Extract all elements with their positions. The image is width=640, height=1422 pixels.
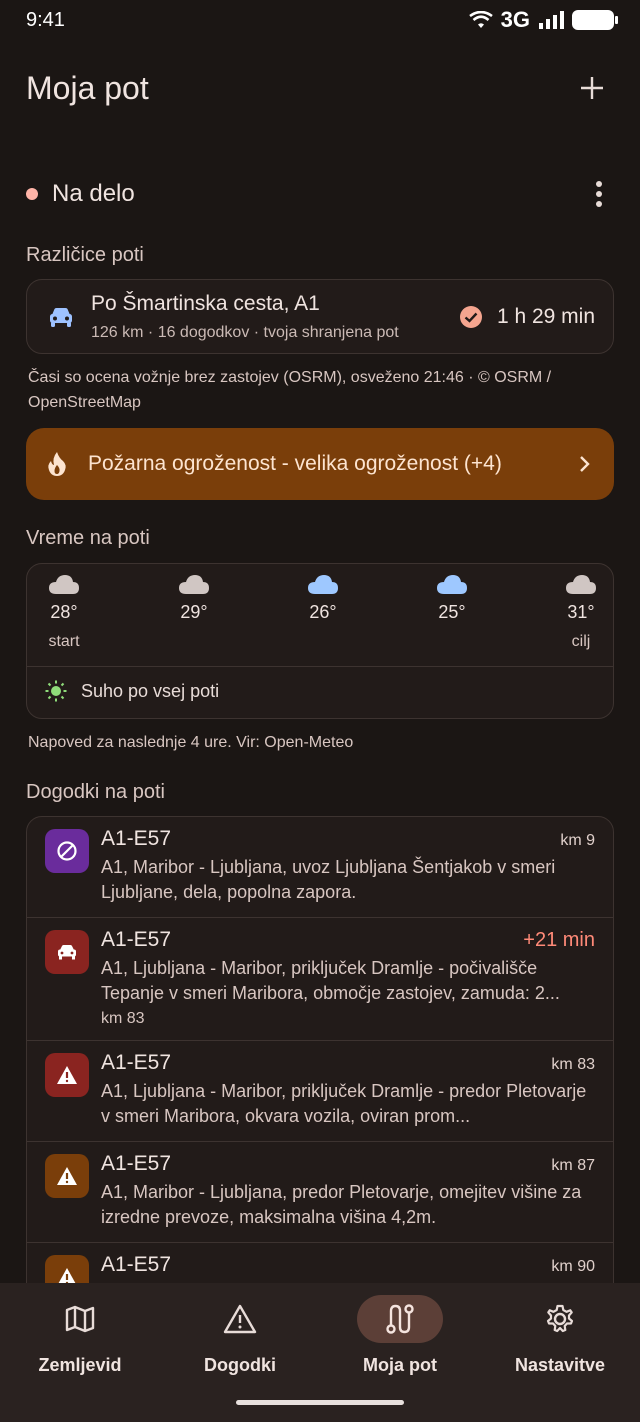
route-icon <box>386 1304 414 1334</box>
status-bar: 9:41 3G <box>0 0 640 40</box>
weather-temp: 28° <box>50 602 78 622</box>
add-button[interactable] <box>570 66 614 110</box>
chevron-right-icon <box>580 456 590 472</box>
closure-icon <box>57 841 77 861</box>
variant-time: 1 h 29 min <box>496 304 595 328</box>
nav-settings[interactable]: Nastavitve <box>480 1283 640 1422</box>
event-description: A1, Ljubljana - Maribor, priključek Dram… <box>101 1081 587 1126</box>
weather-note: Napoved za naslednje 4 ure. Vir: Open-Me… <box>28 734 354 751</box>
nav-label: Moja pot <box>363 1355 437 1375</box>
route-color-dot <box>26 188 38 200</box>
map-icon <box>65 1305 95 1333</box>
event-km: km 87 <box>551 1157 595 1174</box>
variant-details: 126 km · 16 dogodkov · tvoja shranjena p… <box>91 323 399 341</box>
sun-icon <box>45 680 67 702</box>
event-km: km 90 <box>551 1258 595 1275</box>
nav-icon-container <box>37 1295 123 1343</box>
event-road: A1-E57 <box>101 1152 172 1175</box>
nav-label: Nastavitve <box>514 1355 606 1375</box>
weather-summary-text: Suho po vsej poti <box>81 680 220 701</box>
route-header: Na delo <box>26 174 614 214</box>
event-item[interactable]: A1-E57 +21 min A1, Ljubljana - Maribor, … <box>27 918 613 1041</box>
nav-icon-container <box>357 1295 443 1343</box>
plus-icon <box>581 77 603 99</box>
nav-label: Dogodki <box>204 1355 276 1375</box>
signal-icon <box>539 11 564 29</box>
car-icon <box>50 307 72 327</box>
rain-cloud-icon <box>437 575 467 594</box>
divider <box>27 666 613 667</box>
event-road: A1-E57 <box>101 1051 172 1074</box>
more-vert-icon <box>596 181 602 207</box>
cloud-icon <box>566 575 596 594</box>
weather-title: Vreme na poti <box>26 527 150 549</box>
warning-icon <box>57 1167 77 1185</box>
fire-icon <box>48 452 66 476</box>
event-km: km 83 <box>101 1010 145 1027</box>
warning-icon <box>223 1304 257 1334</box>
network-label: 3G <box>500 7 530 32</box>
status-icons: 3G <box>468 7 618 33</box>
cloud-icon <box>179 575 209 594</box>
weather-point: 29° <box>164 574 224 633</box>
weather-temp: 26° <box>309 602 337 622</box>
car-icon <box>58 945 76 960</box>
cloud-icon <box>49 575 79 594</box>
event-type-badge <box>45 829 89 873</box>
weather-temp: 29° <box>180 602 208 622</box>
battery-icon <box>572 10 618 30</box>
status-time: 9:41 <box>26 8 65 31</box>
event-description: A1, Maribor - Ljubljana, predor Pletovar… <box>101 1182 582 1227</box>
event-type-badge <box>45 1053 89 1097</box>
app-header: Moja pot <box>26 66 614 110</box>
fire-danger-label: Požarna ogroženost - velika ogroženost (… <box>88 452 502 475</box>
variants-title: Različice poti <box>26 244 144 266</box>
more-options-button[interactable] <box>584 174 614 214</box>
route-variant-card[interactable]: Po Šmartinska cesta, A1 126 km · 16 dogo… <box>26 279 614 354</box>
event-road: A1-E57 <box>101 928 172 951</box>
weather-point: 31° cilj <box>551 574 611 651</box>
event-km: km 83 <box>551 1056 595 1073</box>
event-description: A1, Maribor - Ljubljana, uvoz Ljubljana … <box>101 857 556 902</box>
weather-points: 28° start 29° 26° 25° 31° cilj <box>27 564 613 666</box>
weather-point-label: cilj <box>571 633 591 650</box>
event-description: A1, Ljubljana - Maribor, priključek Dram… <box>101 958 560 1003</box>
page-title: Moja pot <box>26 69 149 106</box>
check-circle-icon <box>459 305 482 328</box>
weather-point-label: start <box>48 633 80 650</box>
event-item[interactable]: A1-E57 km 9 A1, Maribor - Ljubljana, uvo… <box>27 817 613 918</box>
weather-card: 28° start 29° 26° 25° 31° cilj Suho po v… <box>26 563 614 719</box>
events-list: A1-E57 km 9 A1, Maribor - Ljubljana, uvo… <box>26 816 614 1336</box>
event-item[interactable]: A1-E57 km 87 A1, Maribor - Ljubljana, pr… <box>27 1142 613 1243</box>
event-type-badge <box>45 930 89 974</box>
rain-cloud-icon <box>308 575 338 594</box>
weather-summary: Suho po vsej poti <box>45 680 219 702</box>
event-km: km 9 <box>560 832 595 849</box>
weather-point: 25° <box>422 574 482 633</box>
home-indicator[interactable] <box>236 1400 404 1405</box>
event-type-badge <box>45 1154 89 1198</box>
events-title: Dogodki na poti <box>26 781 165 803</box>
event-road: A1-E57 <box>101 1253 172 1276</box>
variant-name: Po Šmartinska cesta, A1 <box>91 291 320 315</box>
route-name: Na delo <box>52 180 135 207</box>
warning-icon <box>57 1066 77 1084</box>
nav-icon-container <box>197 1295 283 1343</box>
weather-temp: 25° <box>438 602 466 622</box>
weather-point: 28° start <box>34 574 94 651</box>
event-item[interactable]: A1-E57 km 83 A1, Ljubljana - Maribor, pr… <box>27 1041 613 1142</box>
nav-map[interactable]: Zemljevid <box>0 1283 160 1422</box>
nav-label: Zemljevid <box>38 1355 122 1375</box>
event-delay: +21 min <box>523 929 595 951</box>
fire-danger-banner[interactable]: Požarna ogroženost - velika ogroženost (… <box>26 428 614 500</box>
variants-note: Časi so ocena vožnje brez zastojev (OSRM… <box>28 369 552 411</box>
event-road: A1-E57 <box>101 827 172 850</box>
weather-temp: 31° <box>567 602 595 622</box>
weather-point: 26° <box>293 574 353 633</box>
gear-icon <box>546 1304 574 1333</box>
wifi-icon <box>468 11 493 28</box>
nav-icon-container <box>517 1295 603 1343</box>
